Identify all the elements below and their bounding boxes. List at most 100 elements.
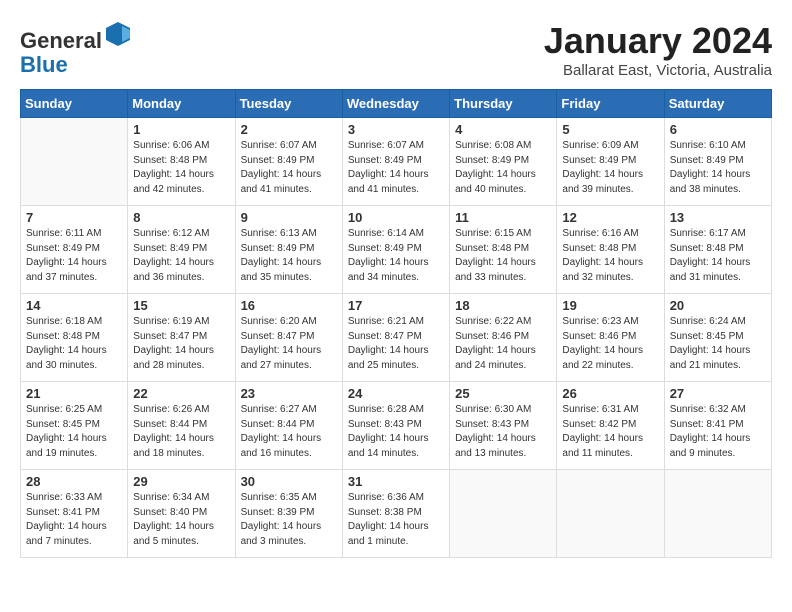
day-number: 28 — [26, 474, 122, 489]
day-number: 1 — [133, 122, 229, 137]
day-info: Sunrise: 6:16 AMSunset: 8:48 PMDaylight:… — [562, 227, 658, 285]
day-info: Sunrise: 6:07 AMSunset: 8:49 PMDaylight:… — [241, 139, 337, 197]
calendar-day-cell: 23Sunrise: 6:27 AMSunset: 8:44 PMDayligh… — [235, 382, 342, 470]
day-number: 11 — [455, 210, 551, 225]
calendar-day-cell: 10Sunrise: 6:14 AMSunset: 8:49 PMDayligh… — [342, 206, 449, 294]
page-header: General Blue January 2024 Ballarat East,… — [20, 20, 772, 79]
location-subtitle: Ballarat East, Victoria, Australia — [544, 62, 772, 79]
calendar-day-cell: 26Sunrise: 6:31 AMSunset: 8:42 PMDayligh… — [557, 382, 664, 470]
calendar-table: Sunday Monday Tuesday Wednesday Thursday… — [20, 89, 772, 558]
day-info: Sunrise: 6:13 AMSunset: 8:49 PMDaylight:… — [241, 227, 337, 285]
day-info: Sunrise: 6:18 AMSunset: 8:48 PMDaylight:… — [26, 315, 122, 373]
calendar-day-cell: 19 Sunrise: 6:23 AMSunset: 8:46 PMDayligh… — [557, 294, 664, 382]
day-number: 30 — [241, 474, 337, 489]
day-number: 20 — [670, 298, 766, 313]
day-number: 4 — [455, 122, 551, 137]
calendar-day-cell: 15 Sunrise: 6:19 AMSunset: 8:47 PMDayligh… — [128, 294, 235, 382]
logo-icon — [104, 20, 132, 48]
logo-general: General — [20, 28, 102, 53]
day-number: 5 — [562, 122, 658, 137]
day-info: Sunrise: 6:24 AMSunset: 8:45 PMDaylight:… — [670, 315, 766, 373]
day-info: Sunrise: 6:33 AMSunset: 8:41 PMDaylight:… — [26, 491, 122, 549]
day-info: Sunrise: 6:23 AMSunset: 8:46 PMDaylight:… — [562, 315, 658, 373]
day-info: Sunrise: 6:34 AMSunset: 8:40 PMDaylight:… — [133, 491, 229, 549]
day-info: Sunrise: 6:15 AMSunset: 8:48 PMDaylight:… — [455, 227, 551, 285]
calendar-week-row: 7 Sunrise: 6:11 AMSunset: 8:49 PMDaylight… — [21, 206, 772, 294]
day-number: 19 — [562, 298, 658, 313]
calendar-day-cell: 7 Sunrise: 6:11 AMSunset: 8:49 PMDaylight… — [21, 206, 128, 294]
day-number: 7 — [26, 210, 122, 225]
day-info: Sunrise: 6:25 AMSunset: 8:45 PMDaylight:… — [26, 403, 122, 461]
calendar-day-cell — [450, 470, 557, 558]
day-number: 9 — [241, 210, 337, 225]
day-info: Sunrise: 6:36 AMSunset: 8:38 PMDaylight:… — [348, 491, 444, 549]
col-saturday: Saturday — [664, 90, 771, 118]
day-number: 6 — [670, 122, 766, 137]
calendar-day-cell: 20 Sunrise: 6:24 AMSunset: 8:45 PMDayligh… — [664, 294, 771, 382]
day-info: Sunrise: 6:07 AMSunset: 8:49 PMDaylight:… — [348, 139, 444, 197]
calendar-day-cell: 5 Sunrise: 6:09 AMSunset: 8:49 PMDaylight… — [557, 118, 664, 206]
day-info: Sunrise: 6:21 AMSunset: 8:47 PMDaylight:… — [348, 315, 444, 373]
day-number: 31 — [348, 474, 444, 489]
calendar-week-row: 28 Sunrise: 6:33 AMSunset: 8:41 PMDayligh… — [21, 470, 772, 558]
calendar-day-cell: 16 Sunrise: 6:20 AMSunset: 8:47 PMDayligh… — [235, 294, 342, 382]
day-number: 3 — [348, 122, 444, 137]
day-number: 10 — [348, 210, 444, 225]
logo: General Blue — [20, 20, 132, 77]
day-info: Sunrise: 6:35 AMSunset: 8:39 PMDaylight:… — [241, 491, 337, 549]
calendar-day-cell: 14 Sunrise: 6:18 AMSunset: 8:48 PMDayligh… — [21, 294, 128, 382]
calendar-day-cell: 25 Sunrise: 6:30 AMSunset: 8:43 PMDayligh… — [450, 382, 557, 470]
day-number: 15 — [133, 298, 229, 313]
day-info: Sunrise: 6:20 AMSunset: 8:47 PMDaylight:… — [241, 315, 337, 373]
calendar-day-cell: 18 Sunrise: 6:22 AMSunset: 8:46 PMDayligh… — [450, 294, 557, 382]
calendar-day-cell — [21, 118, 128, 206]
calendar-day-cell: 27 Sunrise: 6:32 AMSunset: 8:41 PMDayligh… — [664, 382, 771, 470]
day-number: 25 — [455, 386, 551, 401]
day-info: Sunrise: 6:10 AMSunset: 8:49 PMDaylight:… — [670, 139, 766, 197]
day-info: Sunrise: 6:08 AMSunset: 8:49 PMDaylight:… — [455, 139, 551, 197]
calendar-day-cell: 22Sunrise: 6:26 AMSunset: 8:44 PMDayligh… — [128, 382, 235, 470]
day-number: 8 — [133, 210, 229, 225]
day-number: 21 — [26, 386, 122, 401]
day-number: 18 — [455, 298, 551, 313]
day-number: 14 — [26, 298, 122, 313]
day-info: Sunrise: 6:26 AMSunset: 8:44 PMDaylight:… — [133, 403, 229, 461]
calendar-day-cell: 28 Sunrise: 6:33 AMSunset: 8:41 PMDayligh… — [21, 470, 128, 558]
calendar-week-row: 14 Sunrise: 6:18 AMSunset: 8:48 PMDayligh… — [21, 294, 772, 382]
calendar-day-cell — [664, 470, 771, 558]
calendar-day-cell: 3 Sunrise: 6:07 AMSunset: 8:49 PMDaylight… — [342, 118, 449, 206]
col-tuesday: Tuesday — [235, 90, 342, 118]
calendar-day-cell: 4 Sunrise: 6:08 AMSunset: 8:49 PMDaylight… — [450, 118, 557, 206]
day-info: Sunrise: 6:30 AMSunset: 8:43 PMDaylight:… — [455, 403, 551, 461]
calendar-day-cell: 30 Sunrise: 6:35 AMSunset: 8:39 PMDayligh… — [235, 470, 342, 558]
month-year-title: January 2024 — [544, 20, 772, 62]
calendar-day-cell: 8 Sunrise: 6:12 AMSunset: 8:49 PMDaylight… — [128, 206, 235, 294]
calendar-day-cell: 29 Sunrise: 6:34 AMSunset: 8:40 PMDayligh… — [128, 470, 235, 558]
calendar-day-cell: 24 Sunrise: 6:28 AMSunset: 8:43 PMDayligh… — [342, 382, 449, 470]
day-number: 12 — [562, 210, 658, 225]
day-info: Sunrise: 6:19 AMSunset: 8:47 PMDaylight:… — [133, 315, 229, 373]
calendar-day-cell: 2 Sunrise: 6:07 AMSunset: 8:49 PMDaylight… — [235, 118, 342, 206]
calendar-day-cell: 6 Sunrise: 6:10 AMSunset: 8:49 PMDaylight… — [664, 118, 771, 206]
day-info: Sunrise: 6:12 AMSunset: 8:49 PMDaylight:… — [133, 227, 229, 285]
col-sunday: Sunday — [21, 90, 128, 118]
day-info: Sunrise: 6:28 AMSunset: 8:43 PMDaylight:… — [348, 403, 444, 461]
day-info: Sunrise: 6:31 AMSunset: 8:42 PMDaylight:… — [562, 403, 658, 461]
logo-blue: Blue — [20, 52, 68, 77]
day-info: Sunrise: 6:22 AMSunset: 8:46 PMDaylight:… — [455, 315, 551, 373]
calendar-day-cell: 17Sunrise: 6:21 AMSunset: 8:47 PMDayligh… — [342, 294, 449, 382]
calendar-day-cell: 31 Sunrise: 6:36 AMSunset: 8:38 PMDayligh… — [342, 470, 449, 558]
day-info: Sunrise: 6:09 AMSunset: 8:49 PMDaylight:… — [562, 139, 658, 197]
day-number: 16 — [241, 298, 337, 313]
calendar-day-cell: 9 Sunrise: 6:13 AMSunset: 8:49 PMDaylight… — [235, 206, 342, 294]
day-number: 29 — [133, 474, 229, 489]
day-number: 2 — [241, 122, 337, 137]
day-info: Sunrise: 6:06 AMSunset: 8:48 PMDaylight:… — [133, 139, 229, 197]
day-number: 27 — [670, 386, 766, 401]
day-info: Sunrise: 6:11 AMSunset: 8:49 PMDaylight:… — [26, 227, 122, 285]
day-info: Sunrise: 6:17 AMSunset: 8:48 PMDaylight:… — [670, 227, 766, 285]
calendar-day-cell: 13Sunrise: 6:17 AMSunset: 8:48 PMDayligh… — [664, 206, 771, 294]
day-number: 24 — [348, 386, 444, 401]
col-thursday: Thursday — [450, 90, 557, 118]
day-info: Sunrise: 6:32 AMSunset: 8:41 PMDaylight:… — [670, 403, 766, 461]
